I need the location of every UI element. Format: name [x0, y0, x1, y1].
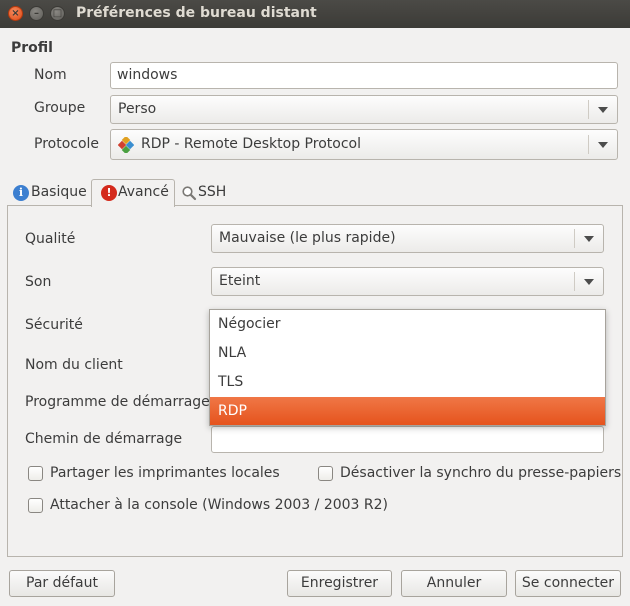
startup-path-label: Chemin de démarrage: [25, 431, 183, 447]
tab-basique[interactable]: i Basique: [10, 179, 90, 206]
security-option-label: NLA: [218, 345, 247, 361]
tab-avance-label: Avancé: [118, 184, 169, 200]
combo-separator: [588, 135, 589, 154]
window-title: Préférences de bureau distant: [76, 5, 317, 21]
security-option-rdp[interactable]: RDP: [210, 397, 605, 425]
security-option-label: RDP: [218, 403, 247, 419]
group-combo-value: Perso: [118, 101, 157, 117]
chevron-down-icon: [584, 279, 594, 285]
quality-label: Qualité: [25, 231, 76, 247]
attach-console-checkbox[interactable]: [28, 498, 43, 513]
sound-combo-value: Eteint: [219, 273, 261, 289]
maximize-icon: □: [52, 8, 63, 19]
protocol-combo[interactable]: RDP - Remote Desktop Protocol: [110, 129, 618, 160]
share-printers-label: Partager les imprimantes locales: [50, 465, 280, 481]
save-button[interactable]: Enregistrer: [287, 570, 392, 597]
chevron-down-icon: [584, 236, 594, 242]
info-icon: i: [13, 185, 29, 201]
protocol-label: Protocole: [34, 136, 100, 152]
attach-console-label: Attacher à la console (Windows 2003 / 20…: [50, 497, 389, 513]
tab-basique-label: Basique: [31, 184, 87, 200]
minimize-icon: –: [34, 8, 39, 19]
maximize-button[interactable]: □: [50, 6, 65, 21]
sound-combo[interactable]: Eteint: [211, 267, 604, 296]
disable-clipboard-label: Désactiver la synchro du presse-papiers: [340, 465, 622, 481]
security-option-negocier[interactable]: Négocier: [210, 310, 605, 338]
group-label: Groupe: [34, 100, 86, 116]
default-button[interactable]: Par défaut: [9, 570, 115, 597]
minimize-button[interactable]: –: [29, 6, 44, 21]
group-combo[interactable]: Perso: [110, 95, 618, 124]
chevron-down-icon: [598, 142, 608, 148]
client-name-label: Nom du client: [25, 357, 123, 373]
tab-avance[interactable]: ! Avancé: [91, 179, 175, 207]
name-field[interactable]: windows: [110, 62, 618, 89]
combo-separator: [588, 100, 589, 119]
security-dropdown-menu: Négocier NLA TLS RDP: [209, 309, 606, 426]
startup-path-field[interactable]: [211, 426, 604, 453]
tab-ssh[interactable]: SSH: [178, 179, 238, 206]
quality-combo[interactable]: Mauvaise (le plus rapide): [211, 224, 604, 253]
share-printers-checkbox[interactable]: [28, 466, 43, 481]
disable-clipboard-checkbox[interactable]: [318, 466, 333, 481]
magnifier-icon: [181, 185, 197, 201]
chevron-down-icon: [598, 107, 608, 113]
security-label: Sécurité: [25, 317, 83, 333]
security-option-label: TLS: [218, 374, 244, 390]
security-option-label: Négocier: [218, 316, 281, 332]
startup-program-label: Programme de démarrage: [25, 394, 210, 410]
security-option-tls[interactable]: TLS: [210, 368, 605, 396]
connect-button[interactable]: Se connecter: [515, 570, 621, 597]
rdp-plugin-icon: [117, 135, 135, 155]
name-label: Nom: [34, 67, 67, 83]
combo-separator: [574, 229, 575, 248]
profile-section-title: Profil: [11, 40, 53, 56]
sound-label: Son: [25, 274, 52, 290]
combo-separator: [574, 272, 575, 291]
close-icon: ×: [11, 8, 20, 19]
cancel-button[interactable]: Annuler: [401, 570, 507, 597]
name-field-value: windows: [117, 67, 178, 83]
tab-ssh-label: SSH: [198, 184, 227, 200]
warning-icon: !: [101, 185, 117, 201]
protocol-combo-value: RDP - Remote Desktop Protocol: [141, 136, 361, 152]
title-bar: × – □ Préférences de bureau distant: [0, 0, 630, 28]
quality-combo-value: Mauvaise (le plus rapide): [219, 230, 396, 246]
security-option-nla[interactable]: NLA: [210, 339, 605, 367]
close-button[interactable]: ×: [8, 6, 23, 21]
